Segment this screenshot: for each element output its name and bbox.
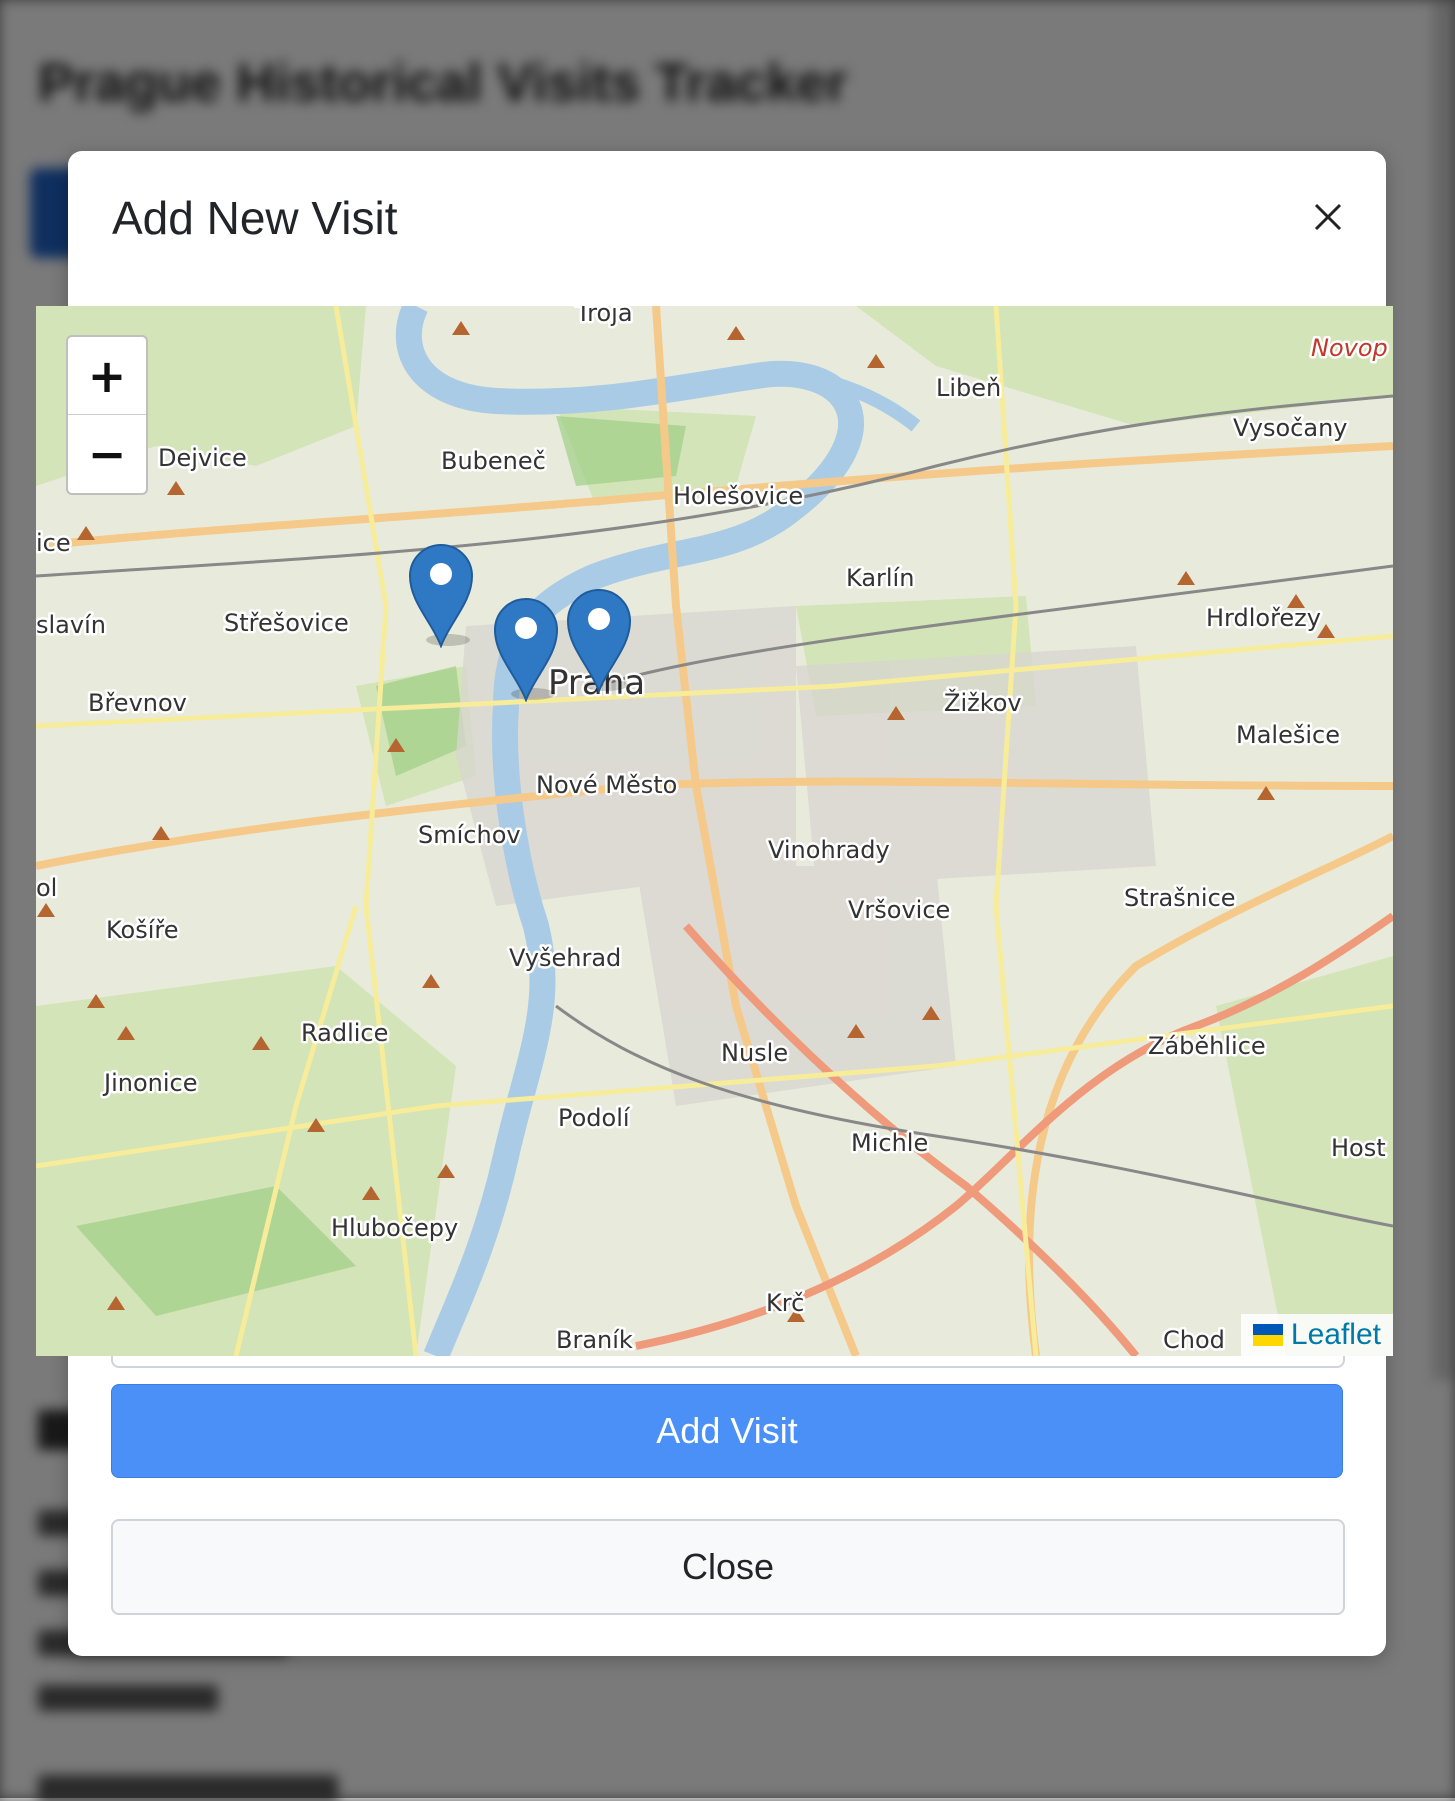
map-label: Košíře <box>106 916 179 944</box>
map-tiles: Troja Libeň Novop Vysočany Dejvice Buben… <box>36 306 1393 1356</box>
map-label: Dejvice <box>158 444 247 472</box>
map-attribution: Leaflet <box>1240 1314 1393 1356</box>
map-label: Vyšehrad <box>509 944 621 972</box>
map-label: Braník <box>556 1326 633 1354</box>
map-label: Troja <box>575 306 633 327</box>
map-label: Nové Město <box>536 771 677 799</box>
map-label: Krč <box>766 1289 804 1317</box>
zoom-in-button[interactable]: + <box>68 337 146 415</box>
map-label: Vinohrady <box>768 836 890 864</box>
map-label: Malešice <box>1236 721 1340 749</box>
add-visit-button[interactable]: Add Visit <box>111 1384 1343 1478</box>
map-label: Bubeneč <box>441 447 546 475</box>
map-label: Michle <box>851 1129 928 1157</box>
map-label: Host <box>1331 1134 1386 1162</box>
zoom-control: + − <box>66 335 148 495</box>
map-label: Karlín <box>846 564 914 592</box>
map-label: ol <box>36 874 57 902</box>
leaflet-link[interactable]: Leaflet <box>1291 1318 1381 1352</box>
map-label: Holešovice <box>673 482 803 510</box>
map-label: ice <box>36 529 71 557</box>
map-label: Novop <box>1311 334 1388 362</box>
map-label: Libeň <box>936 374 1001 402</box>
map-label: Střešovice <box>224 609 349 637</box>
map-label: Hrdlořezy <box>1206 604 1321 632</box>
map-label: Radlice <box>301 1019 388 1047</box>
map-marker-icon[interactable] <box>566 587 632 693</box>
close-icon[interactable] <box>1308 197 1348 237</box>
map-label: Nusle <box>721 1039 788 1067</box>
map-label: slavín <box>36 611 106 639</box>
map-label: Záběhlice <box>1148 1032 1266 1060</box>
map-label: Smíchov <box>418 821 521 849</box>
modal-title: Add New Visit <box>112 192 398 244</box>
ukraine-flag-icon <box>1252 1324 1283 1346</box>
map-label: Podolí <box>558 1104 631 1132</box>
zoom-out-button[interactable]: − <box>68 415 146 492</box>
map-marker-icon[interactable] <box>408 542 474 648</box>
map-label: Vršovice <box>848 896 950 924</box>
map-marker-icon[interactable] <box>493 596 559 702</box>
map-label: Jinonice <box>102 1069 197 1097</box>
map-label: Chod <box>1163 1326 1225 1354</box>
map-label: Hlubočepy <box>331 1214 458 1242</box>
map-label: Břevnov <box>88 689 187 717</box>
map-label: Žižkov <box>944 688 1022 717</box>
map-label: Strašnice <box>1124 884 1236 912</box>
close-button[interactable]: Close <box>111 1519 1345 1615</box>
map-view[interactable]: Troja Libeň Novop Vysočany Dejvice Buben… <box>36 306 1393 1356</box>
map-label: Vysočany <box>1233 414 1347 442</box>
